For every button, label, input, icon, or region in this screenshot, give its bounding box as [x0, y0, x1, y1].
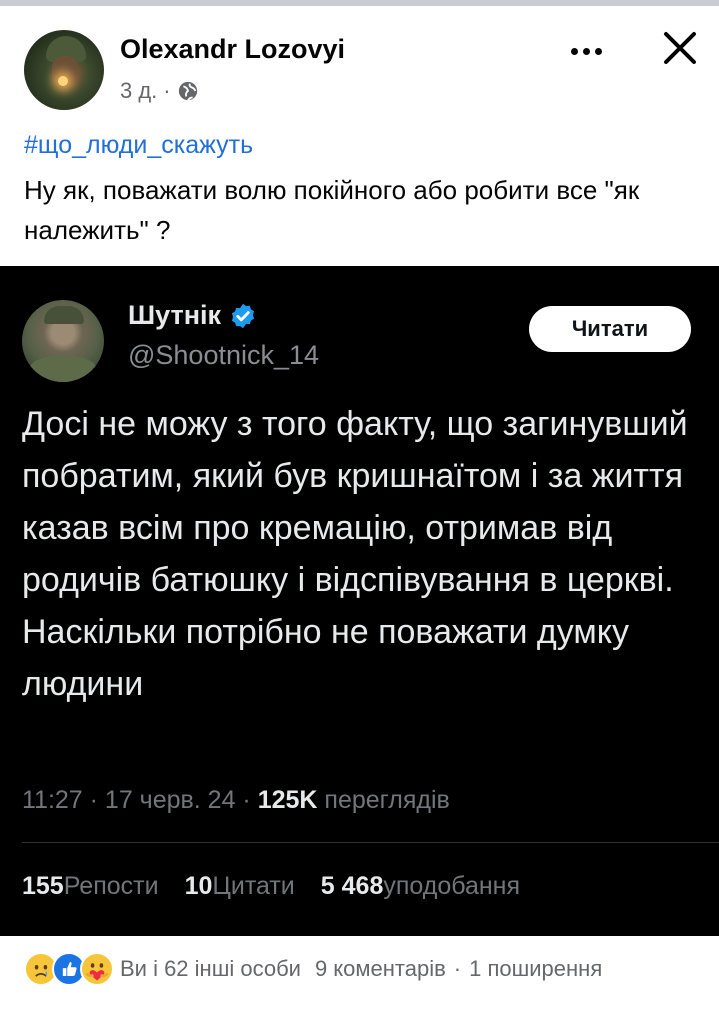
- reactions-summary[interactable]: Ви і 62 інші особи: [120, 956, 301, 982]
- author-avatar[interactable]: [24, 30, 104, 110]
- tweet-author-name: Шутнік: [128, 300, 222, 330]
- tweet-avatar: [22, 300, 104, 382]
- post-header: Olexandr Lozovyi 3 д. ·: [0, 6, 719, 118]
- dot-icon: [594, 47, 602, 55]
- dot-icon: [582, 47, 590, 55]
- reaction-icons[interactable]: [24, 952, 114, 986]
- quotes-label: Цитати: [212, 872, 295, 900]
- more-options-button[interactable]: [563, 36, 609, 66]
- tweet-author: Шутнік: [128, 300, 257, 331]
- tweet-divider: [22, 842, 719, 843]
- reactions-bar: Ви і 62 інші особи 9 коментарів · 1 поши…: [0, 945, 719, 993]
- tweet-stats: 155 Репости 10 Цитати 5 468 уподобання: [22, 872, 520, 901]
- globe-icon: [178, 81, 197, 101]
- meta-separator: ·: [163, 78, 171, 103]
- quotes-count: 10: [184, 872, 213, 900]
- author-name[interactable]: Olexandr Lozovyi: [120, 34, 345, 65]
- tweet-meta: 11:27 · 17 черв. 24 · 125K переглядів: [22, 786, 450, 815]
- post-meta: 3 д. ·: [120, 78, 199, 104]
- tweet-screenshot-image[interactable]: Шутнік @Shootnick_14 Читати Досі не можу…: [0, 266, 719, 936]
- likes-count: 5 468: [320, 872, 384, 900]
- close-icon[interactable]: [660, 28, 700, 68]
- tweet-avatar-cap: [44, 306, 84, 324]
- follow-button: Читати: [529, 306, 691, 352]
- tweet-text: Досі не можу з того факту, що загинувший…: [22, 405, 688, 703]
- reposts-count: 155: [22, 872, 64, 900]
- tweet-avatar-body: [28, 356, 98, 382]
- tweet-timestamp: 11:27 · 17 черв. 24 ·: [22, 786, 258, 814]
- reposts-label: Репости: [63, 872, 159, 900]
- care-emoji-icon: [80, 952, 114, 986]
- footer-separator: ·: [453, 956, 462, 981]
- verified-badge-icon: [231, 303, 255, 328]
- dot-icon: [570, 47, 578, 55]
- likes-label: уподобання: [383, 872, 521, 900]
- shares-count[interactable]: 1 поширення: [469, 956, 602, 982]
- post-time[interactable]: 3 д.: [120, 78, 157, 104]
- post-text: Ну як, поважати волю покійного або робит…: [24, 175, 640, 245]
- tweet-handle: @Shootnick_14: [128, 340, 320, 370]
- avatar-lighter-flame: [58, 76, 68, 86]
- tweet-views-label: переглядів: [317, 786, 450, 814]
- post-hashtag[interactable]: #що_люди_скажуть: [24, 131, 253, 160]
- tweet-views-count: 125K: [257, 786, 318, 814]
- comments-count[interactable]: 9 коментарів: [315, 956, 446, 982]
